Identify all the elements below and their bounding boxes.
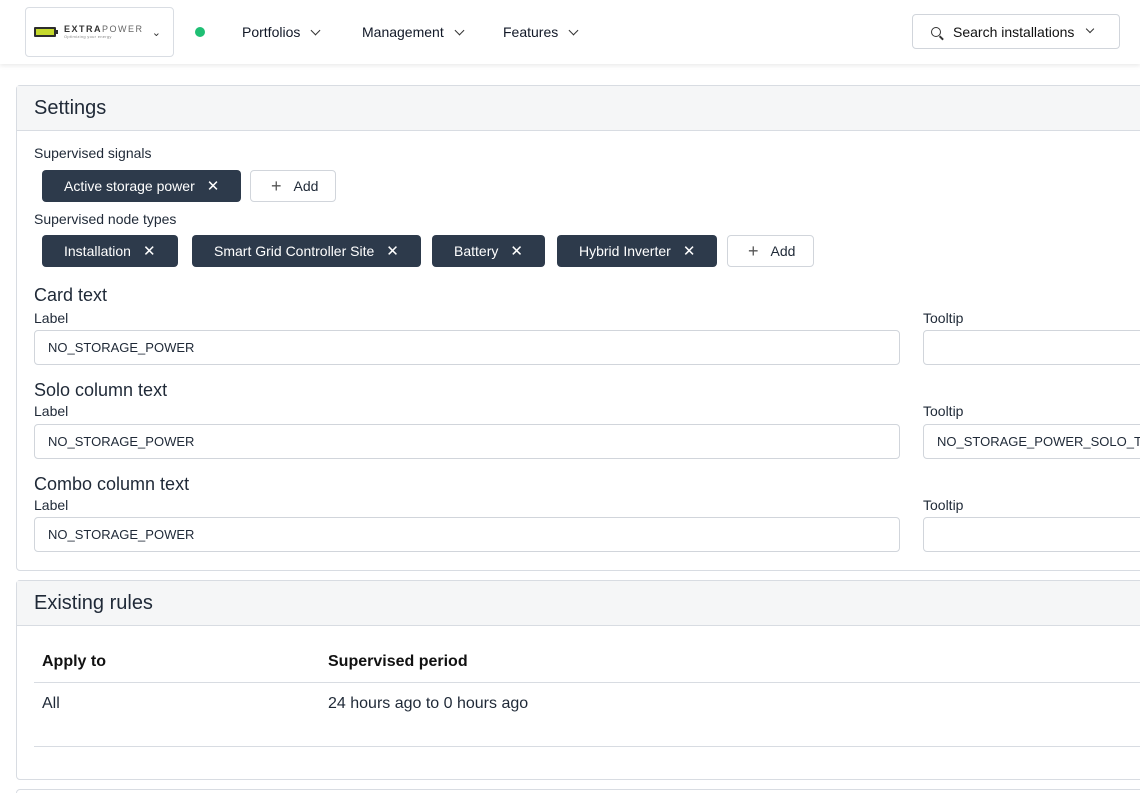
solo-tooltip-input[interactable]: NO_STORAGE_POWER_SOLO_TO (923, 424, 1140, 459)
column-header-apply-to: Apply to (42, 653, 106, 670)
nav-features-label: Features (503, 24, 559, 40)
solo-label-input[interactable]: NO_STORAGE_POWER (34, 424, 900, 459)
card-text-title: Card text (34, 285, 108, 305)
solo-column-text-title: Solo column text (34, 380, 168, 400)
node-type-chip-label: Smart Grid Controller Site (214, 243, 375, 259)
close-icon[interactable]: ✕ (143, 242, 156, 260)
table-bottom-divider (34, 746, 1140, 747)
node-type-chip: Smart Grid Controller Site ✕ (192, 235, 421, 267)
logo-word-bold: EXTRA (64, 24, 103, 34)
combo-label-input[interactable]: NO_STORAGE_POWER (34, 517, 900, 552)
chevron-down-icon (454, 25, 465, 35)
close-icon[interactable]: ✕ (683, 242, 696, 260)
node-type-chip-label: Installation (64, 243, 131, 259)
combo-tooltip-caption: Tooltip (923, 497, 964, 513)
chevron-down-icon: ⌄ (151, 27, 161, 39)
supervised-signals-label: Supervised signals (34, 145, 152, 161)
plus-icon: + (271, 175, 282, 196)
search-installations-button[interactable]: Search installations (912, 14, 1120, 49)
solo-tooltip-caption: Tooltip (923, 403, 964, 419)
search-icon (931, 26, 941, 37)
existing-rules-title: Existing rules (17, 581, 1140, 626)
node-type-chip: Battery ✕ (432, 235, 545, 267)
add-signal-label: Add (293, 178, 319, 194)
combo-label-caption: Label (34, 497, 69, 513)
nav-features[interactable]: Features (503, 22, 579, 42)
chevron-down-icon (568, 25, 579, 35)
node-type-chip-label: Battery (454, 243, 499, 259)
combo-tooltip-input[interactable] (923, 517, 1140, 552)
existing-rules-panel: Existing rules Apply to Supervised perio… (16, 580, 1140, 780)
status-indicator (195, 27, 205, 37)
chevron-down-icon (310, 25, 321, 35)
battery-logo-icon (34, 27, 58, 37)
row-supervised-period: 24 hours ago to 0 hours ago (328, 695, 529, 712)
supervised-node-types-label: Supervised node types (34, 211, 177, 227)
add-signal-button[interactable]: + Add (250, 170, 336, 202)
table-header-divider (34, 682, 1140, 683)
signal-chip-label: Active storage power (64, 178, 195, 194)
card-label-caption: Label (34, 310, 69, 326)
solo-label-caption: Label (34, 403, 69, 419)
nav-management-label: Management (362, 24, 444, 40)
nav-management[interactable]: Management (362, 22, 465, 42)
card-label-input[interactable]: NO_STORAGE_POWER (34, 330, 900, 365)
node-type-chip-label: Hybrid Inverter (579, 243, 671, 259)
top-navbar: EXTRAPOWER Optimizing your energy ⌄ Port… (0, 0, 1140, 64)
row-apply-to: All (42, 695, 60, 712)
nav-portfolios[interactable]: Portfolios (242, 22, 321, 42)
close-icon[interactable]: ✕ (207, 177, 220, 195)
search-label: Search installations (953, 23, 1075, 40)
close-icon[interactable]: ✕ (386, 242, 399, 260)
next-panel-edge (16, 789, 1140, 793)
plus-icon: + (748, 240, 759, 261)
settings-title: Settings (17, 86, 1140, 131)
column-header-supervised-period: Supervised period (328, 653, 468, 670)
signal-chip: Active storage power ✕ (42, 170, 242, 202)
add-node-type-button[interactable]: + Add (727, 235, 814, 267)
close-icon[interactable]: ✕ (510, 242, 523, 260)
brand-switcher[interactable]: EXTRAPOWER Optimizing your energy ⌄ (25, 7, 174, 57)
chevron-down-icon (1085, 24, 1095, 34)
extrapower-logo: EXTRAPOWER Optimizing your energy (34, 25, 144, 39)
nav-portfolios-label: Portfolios (242, 24, 301, 40)
logo-tagline: Optimizing your energy (64, 34, 112, 39)
add-node-type-label: Add (770, 243, 796, 259)
node-type-chip: Installation ✕ (42, 235, 178, 267)
settings-panel: Settings Supervised signals Active stora… (16, 85, 1140, 571)
node-type-chip: Hybrid Inverter ✕ (557, 235, 718, 267)
card-tooltip-input[interactable] (923, 330, 1140, 365)
logo-word-light: POWER (102, 24, 144, 34)
card-tooltip-caption: Tooltip (923, 310, 964, 326)
combo-column-text-title: Combo column text (34, 474, 190, 494)
